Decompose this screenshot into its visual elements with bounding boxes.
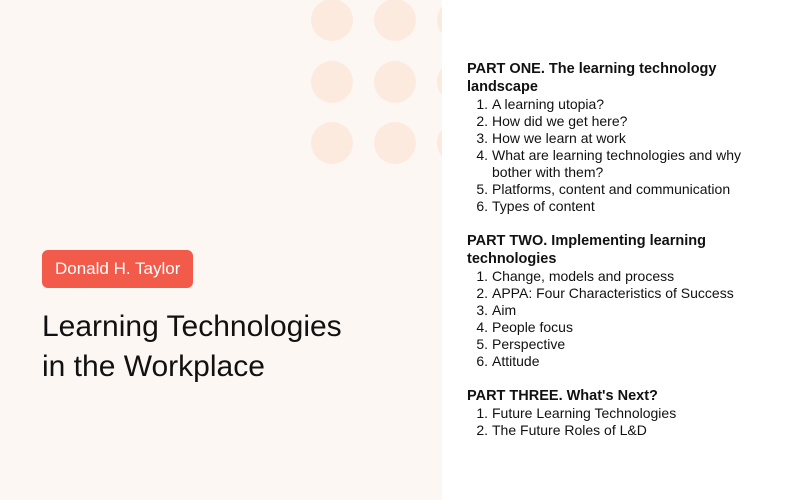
decorative-dot [311,122,353,164]
toc-part-title: PART TWO. Implementing learning technolo… [467,233,706,267]
decorative-dot [437,0,442,41]
chapter-number: 2. [476,422,488,438]
chapter-title: People focus [492,319,573,335]
chapter-title: Change, models and process [492,268,675,284]
decorative-dot [311,0,353,41]
chapter-number: 3. [476,130,488,146]
book-title-line-2: in the Workplace [42,350,265,383]
toc-chapter: 2. How did we get here? [467,113,767,130]
chapter-title: Platforms, content and communication [492,181,731,197]
chapter-number: 4. [476,319,488,335]
chapter-title: How did we get here? [492,113,628,129]
toc-chapter-list: 1. Future Learning Technologies 2. The Fut… [467,405,767,439]
chapter-title: The Future Roles of L&D [492,422,647,438]
chapter-number: 5. [476,336,488,352]
decorative-dot [374,61,416,103]
chapter-title: Attitude [492,353,540,369]
chapter-title: Types of content [492,198,595,214]
chapter-number: 1. [476,405,488,421]
chapter-number: 1. [476,268,488,284]
toc-chapter: 5. Perspective [467,336,767,353]
toc-chapter: 1. Future Learning Technologies [467,405,767,422]
chapter-title: What are learning technologies and why b… [492,147,742,180]
chapter-number: 2. [476,285,488,301]
decorative-dot [374,122,416,164]
toc-part-title: PART ONE. The learning technology landsc… [467,61,717,95]
chapter-number: 4. [476,147,488,163]
toc-part-three: PART THREE. What's Next? 1. Future Learni… [467,387,767,439]
toc-part-one: PART ONE. The learning technology landsc… [467,60,767,215]
book-title: Learning Technologies in the Workplace [42,307,422,387]
chapter-title: Future Learning Technologies [492,405,677,421]
toc-part-two: PART TWO. Implementing learning technolo… [467,232,767,370]
chapter-number: 1. [476,96,488,112]
decorative-dot [437,122,442,164]
chapter-number: 3. [476,302,488,318]
table-of-contents: PART ONE. The learning technology landsc… [467,60,767,456]
toc-chapter: 3. How we learn at work [467,130,767,147]
toc-chapter: 4. What are learning technologies and why… [467,147,767,181]
toc-chapter-list: 1. A learning utopia? 2. How did we get he… [467,96,767,215]
toc-chapter: 2. APPA: Four Characteristics of Success [467,285,767,302]
chapter-number: 5. [476,181,488,197]
decorative-dot [374,0,416,41]
toc-chapter: 6. Types of content [467,198,767,215]
toc-chapter: 3. Aim [467,302,767,319]
chapter-title: APPA: Four Characteristics of Success [492,285,734,301]
chapter-title: Aim [492,302,517,318]
chapter-title: How we learn at work [492,130,626,146]
toc-chapter: 1. A learning utopia? [467,96,767,113]
chapter-number: 6. [476,198,488,214]
chapter-number: 6. [476,353,488,369]
toc-chapter: 5. Platforms, content and communication [467,181,767,198]
toc-chapter: 4. People focus [467,319,767,336]
author-badge: Donald H. Taylor [42,250,194,288]
chapter-number: 2. [476,113,488,129]
toc-chapter: 2. The Future Roles of L&D [467,422,767,439]
toc-chapter: 6. Attitude [467,353,767,370]
cover-panel: Donald H. Taylor Learning Technologies i… [0,0,442,500]
book-title-line-1: Learning Technologies [42,310,342,343]
toc-chapter-list: 1. Change, models and process 2. APPA: Fou… [467,268,767,370]
chapter-title: Perspective [492,336,566,352]
chapter-title: A learning utopia? [492,96,605,112]
decorative-dot [437,61,442,103]
toc-part-title: PART THREE. What's Next? [467,388,658,404]
decorative-dot [311,61,353,103]
toc-chapter: 1. Change, models and process [467,268,767,285]
